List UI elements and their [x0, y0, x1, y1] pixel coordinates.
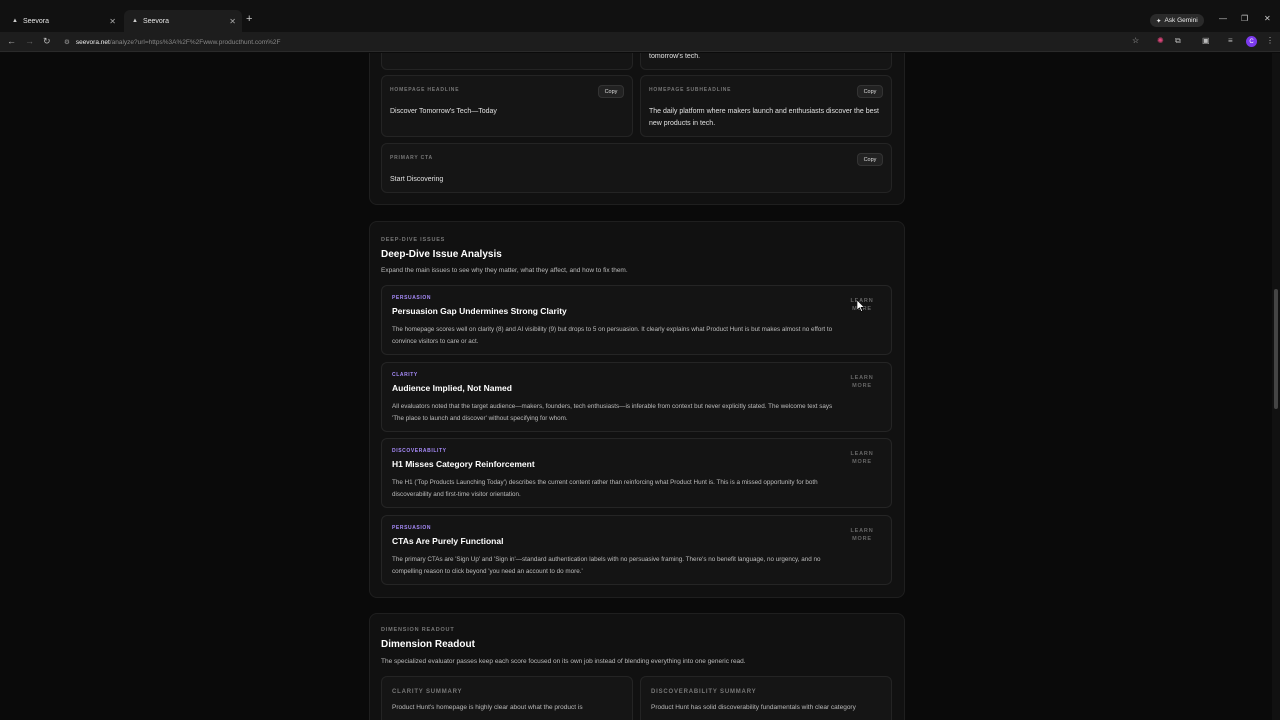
copy-button[interactable]: Copy: [857, 85, 883, 98]
section-title: Dimension Readout: [381, 639, 475, 650]
media-icon[interactable]: ≡: [1228, 36, 1233, 45]
issue-description: The homepage scores well on clarity (8) …: [392, 326, 833, 345]
page-viewport: tomorrow's tech. HOMEPAGE HEADLINE Copy …: [0, 53, 1280, 720]
scrollbar-thumb[interactable]: [1274, 289, 1278, 409]
new-tab-icon[interactable]: +: [246, 13, 252, 25]
clarity-summary-card: CLARITY SUMMARY Product Hunt's homepage …: [381, 676, 633, 720]
card-label: PRIMARY CTA: [390, 155, 433, 161]
browser-tab[interactable]: ▲ Seevora ✕: [4, 10, 122, 32]
copy-card-partial: tomorrow's tech.: [640, 53, 892, 70]
learn-more-button[interactable]: LEARN MORE: [847, 527, 877, 543]
ask-gemini-button[interactable]: ✦ Ask Gemini: [1150, 14, 1204, 27]
issue-tag: DISCOVERABILITY: [392, 448, 447, 454]
issue-title: Persuasion Gap Undermines Strong Clarity: [392, 306, 567, 316]
profile-avatar[interactable]: C: [1246, 36, 1257, 47]
homepage-headline-card: HOMEPAGE HEADLINE Copy Discover Tomorrow…: [381, 75, 633, 137]
section-label: DIMENSION READOUT: [381, 627, 455, 633]
issue-tag: PERSUASION: [392, 295, 432, 301]
extensions-puzzle-icon[interactable]: ⧉: [1175, 36, 1181, 46]
card-text: Product Hunt's homepage is highly clear …: [392, 704, 583, 711]
issue-description: The H1 ('Top Products Launching Today') …: [392, 479, 818, 498]
copy-button[interactable]: Copy: [857, 153, 883, 166]
homepage-subheadline-card: HOMEPAGE SUBHEADLINE Copy The daily plat…: [640, 75, 892, 137]
issue-tag: CLARITY: [392, 372, 418, 378]
issue-title: H1 Misses Category Reinforcement: [392, 459, 535, 469]
browser-toolbar: ← → ↻ ⚙ seevora.net /analyze?url=https%3…: [0, 32, 1280, 52]
issue-tag: PERSUASION: [392, 525, 432, 531]
card-label: HOMEPAGE HEADLINE: [390, 87, 460, 93]
issue-title: Audience Implied, Not Named: [392, 383, 512, 393]
issue-card[interactable]: CLARITY Audience Implied, Not Named All …: [381, 362, 892, 432]
forward-arrow-icon[interactable]: →: [25, 36, 34, 46]
card-text: Discover Tomorrow's Tech—Today: [390, 108, 497, 115]
card-label: CLARITY SUMMARY: [392, 689, 463, 695]
page-scrollbar[interactable]: [1272, 53, 1280, 720]
browser-tab-active[interactable]: ▲ Seevora ✕: [124, 10, 242, 32]
section-label: DEEP-DIVE ISSUES: [381, 237, 446, 243]
issue-card[interactable]: DISCOVERABILITY H1 Misses Category Reinf…: [381, 438, 892, 508]
discoverability-summary-card: DISCOVERABILITY SUMMARY Product Hunt has…: [640, 676, 892, 720]
seevora-favicon-icon: ▲: [132, 18, 138, 24]
issue-description: The primary CTAs are 'Sign Up' and 'Sign…: [392, 556, 821, 575]
ask-gemini-label: Ask Gemini: [1164, 17, 1198, 24]
copy-button[interactable]: Copy: [598, 85, 624, 98]
card-label: DISCOVERABILITY SUMMARY: [651, 689, 757, 695]
section-title: Deep-Dive Issue Analysis: [381, 249, 502, 260]
close-window-icon[interactable]: ✕: [1264, 14, 1271, 23]
card-text: tomorrow's tech.: [649, 53, 701, 60]
url-path: /analyze?url=https%3A%2F%2Fwww.producthu…: [109, 38, 281, 46]
site-info-icon[interactable]: ⚙: [64, 38, 70, 46]
close-tab-icon[interactable]: ✕: [229, 17, 236, 26]
browser-tab-bar: ▲ Seevora ✕ ▲ Seevora ✕ + ✦ Ask Gemini —…: [0, 0, 1280, 32]
reload-icon[interactable]: ↻: [43, 36, 51, 47]
gemini-icon: ✦: [1156, 17, 1162, 25]
bookmark-star-icon[interactable]: ☆: [1132, 36, 1139, 45]
issue-description: All evaluators noted that the target aud…: [392, 403, 833, 422]
issue-card[interactable]: PERSUASION Persuasion Gap Undermines Str…: [381, 285, 892, 355]
issue-title: CTAs Are Purely Functional: [392, 536, 504, 546]
primary-cta-card: PRIMARY CTA Copy Start Discovering: [381, 143, 892, 193]
deep-dive-panel: DEEP-DIVE ISSUES Deep-Dive Issue Analysi…: [369, 221, 905, 598]
card-text: The daily platform where makers launch a…: [649, 108, 879, 127]
copy-card-partial: [381, 53, 633, 70]
tab-title: Seevora: [22, 17, 50, 25]
split-view-icon[interactable]: ▣: [1202, 36, 1210, 45]
minimize-icon[interactable]: —: [1219, 14, 1227, 23]
extension-icon[interactable]: ✺: [1157, 36, 1164, 45]
seevora-favicon-icon: ▲: [12, 18, 18, 24]
copy-suggestions-panel: tomorrow's tech. HOMEPAGE HEADLINE Copy …: [369, 53, 905, 205]
card-text: Product Hunt has solid discoverability f…: [651, 704, 856, 711]
close-tab-icon[interactable]: ✕: [109, 17, 116, 26]
url-host: seevora.net: [75, 38, 110, 46]
back-arrow-icon[interactable]: ←: [7, 36, 16, 46]
browser-menu-icon[interactable]: ⋮: [1266, 36, 1274, 45]
issue-card[interactable]: PERSUASION CTAs Are Purely Functional Th…: [381, 515, 892, 585]
card-text: Start Discovering: [390, 176, 444, 183]
mouse-cursor-icon: [857, 300, 865, 312]
tab-title: Seevora: [142, 17, 170, 25]
maximize-icon[interactable]: ❐: [1241, 14, 1248, 23]
learn-more-button[interactable]: LEARN MORE: [847, 450, 877, 466]
card-label: HOMEPAGE SUBHEADLINE: [649, 87, 732, 93]
section-description: Expand the main issues to see why they m…: [381, 267, 628, 274]
dimension-readout-panel: DIMENSION READOUT Dimension Readout The …: [369, 613, 905, 720]
address-bar[interactable]: ⚙ seevora.net /analyze?url=https%3A%2F%2…: [58, 35, 1148, 49]
section-description: The specialized evaluator passes keep ea…: [381, 658, 746, 665]
learn-more-button[interactable]: LEARN MORE: [847, 374, 877, 390]
